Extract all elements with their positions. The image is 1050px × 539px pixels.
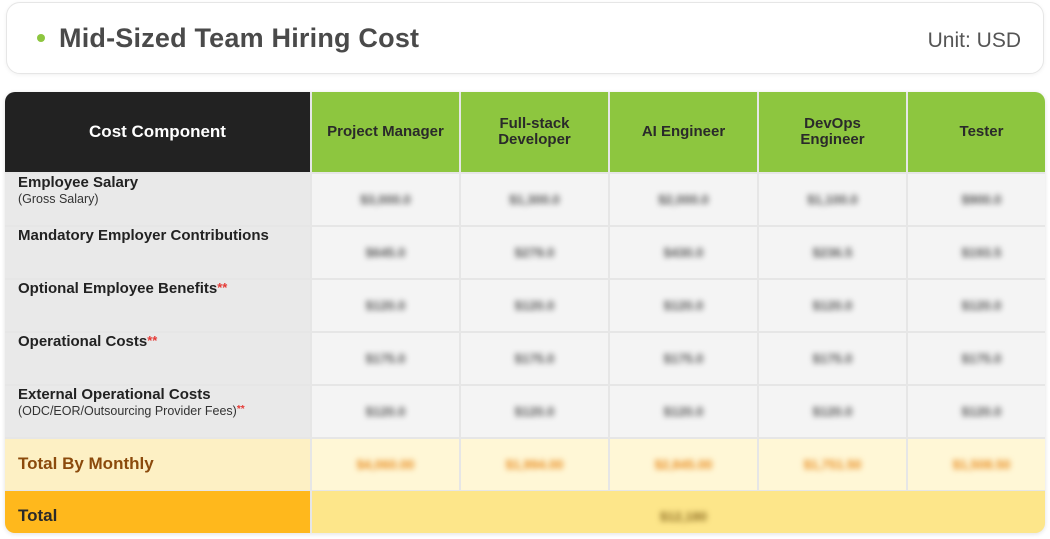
row-label-main: External Operational Costs bbox=[18, 385, 211, 403]
table-cell: $1,100.0 bbox=[759, 173, 906, 225]
table-cell: $645.0 bbox=[312, 226, 459, 278]
table-cell: $279.0 bbox=[461, 226, 608, 278]
page-title: Mid-Sized Team Hiring Cost bbox=[59, 23, 420, 53]
table-cell: $193.5 bbox=[908, 226, 1045, 278]
table-cell: $175.0 bbox=[461, 332, 608, 384]
table-cell: $430.0 bbox=[610, 226, 757, 278]
row-label-operational-costs: Operational Costs** bbox=[5, 332, 310, 384]
table-cell: $175.0 bbox=[908, 332, 1045, 384]
table-cell: $120.0 bbox=[759, 385, 906, 437]
table-cell: $120.0 bbox=[312, 279, 459, 331]
row-label-main: Optional Employee Benefits** bbox=[18, 279, 228, 297]
monthly-total-cell: $1,508.50 bbox=[908, 438, 1045, 490]
row-label-mandatory-contributions: Mandatory Employer Contributions bbox=[5, 226, 310, 278]
table-cell: $120.0 bbox=[461, 279, 608, 331]
table-cell: $120.0 bbox=[908, 279, 1045, 331]
row-label-employee-salary: Employee Salary (Gross Salary) bbox=[5, 173, 310, 225]
row-label-total: Total bbox=[5, 491, 310, 533]
column-header-project-manager: Project Manager bbox=[312, 92, 459, 172]
row-label-sub: (ODC/EOR/Outsourcing Provider Fees)** bbox=[18, 403, 245, 418]
table-cell: $900.0 bbox=[908, 173, 1045, 225]
table-cell: $120.0 bbox=[610, 279, 757, 331]
row-label-sub: (Gross Salary) bbox=[18, 191, 99, 206]
cost-table: Cost Component Project Manager Full-stac… bbox=[5, 92, 1045, 533]
monthly-total-cell: $2,845.00 bbox=[610, 438, 757, 490]
monthly-total-cell: $1,994.00 bbox=[461, 438, 608, 490]
column-header-ai-engineer: AI Engineer bbox=[610, 92, 757, 172]
row-label-main: Mandatory Employer Contributions bbox=[18, 226, 269, 244]
table-cell: $175.0 bbox=[610, 332, 757, 384]
table-cell: $120.0 bbox=[908, 385, 1045, 437]
row-label-external-operational-costs: External Operational Costs (ODC/EOR/Outs… bbox=[5, 385, 310, 437]
row-label-optional-benefits: Optional Employee Benefits** bbox=[5, 279, 310, 331]
table-cell: $1,300.0 bbox=[461, 173, 608, 225]
table-cell: $120.0 bbox=[312, 385, 459, 437]
row-label-total-by-monthly: Total By Monthly bbox=[5, 438, 310, 490]
column-header-tester: Tester bbox=[908, 92, 1045, 172]
table-cell: $236.5 bbox=[759, 226, 906, 278]
table-cell: $175.0 bbox=[312, 332, 459, 384]
monthly-total-cell: $4,060.00 bbox=[312, 438, 459, 490]
table-cell: $3,000.0 bbox=[312, 173, 459, 225]
table-cell: $175.0 bbox=[759, 332, 906, 384]
corner-header: Cost Component bbox=[5, 92, 310, 172]
grand-total-cell: $12,180 bbox=[312, 491, 1045, 533]
row-label-main: Operational Costs** bbox=[18, 332, 158, 350]
table-cell: $120.0 bbox=[610, 385, 757, 437]
monthly-total-cell: $1,751.50 bbox=[759, 438, 906, 490]
bullet-dot-icon bbox=[37, 34, 45, 42]
table-cell: $120.0 bbox=[759, 279, 906, 331]
row-label-main: Employee Salary bbox=[18, 173, 139, 191]
column-header-full-stack-developer: Full-stack Developer bbox=[461, 92, 608, 172]
header-card: Mid-Sized Team Hiring Cost Unit: USD bbox=[6, 2, 1044, 74]
unit-label: Unit: USD bbox=[927, 29, 1021, 52]
table-cell: $2,000.0 bbox=[610, 173, 757, 225]
column-header-devops-engineer: DevOps Engineer bbox=[759, 92, 906, 172]
table-cell: $120.0 bbox=[461, 385, 608, 437]
